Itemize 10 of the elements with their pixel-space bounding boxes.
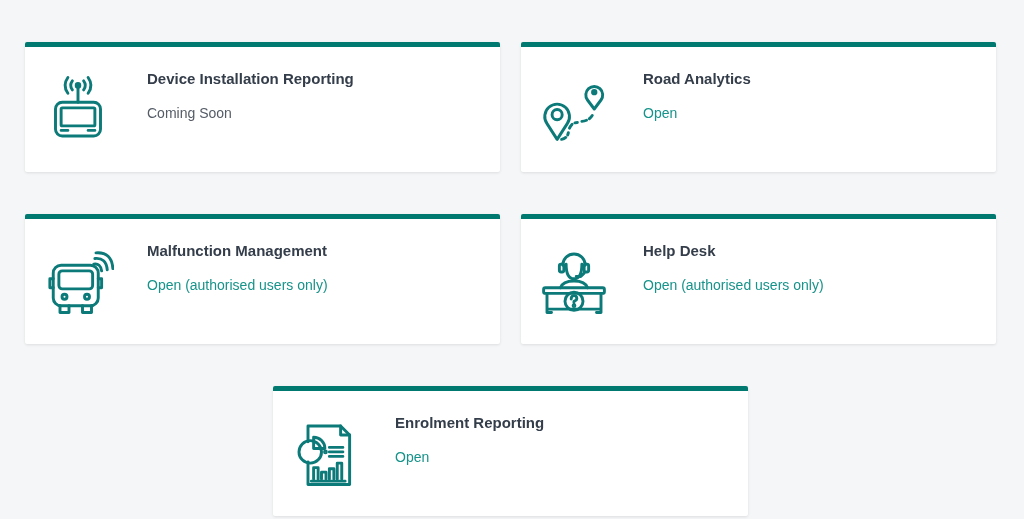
open-link[interactable]: Open (643, 105, 678, 121)
open-link[interactable]: Open (authorised users only) (643, 277, 824, 293)
card-title: Device Installation Reporting (147, 70, 354, 87)
status-text: Coming Soon (147, 105, 232, 121)
card-title: Help Desk (643, 242, 716, 259)
card-title: Road Analytics (643, 70, 751, 87)
open-link[interactable]: Open (395, 449, 430, 465)
card-title: Malfunction Management (147, 242, 327, 259)
card-title: Enrolment Reporting (395, 414, 545, 431)
open-link[interactable]: Open (authorised users only) (147, 277, 328, 293)
